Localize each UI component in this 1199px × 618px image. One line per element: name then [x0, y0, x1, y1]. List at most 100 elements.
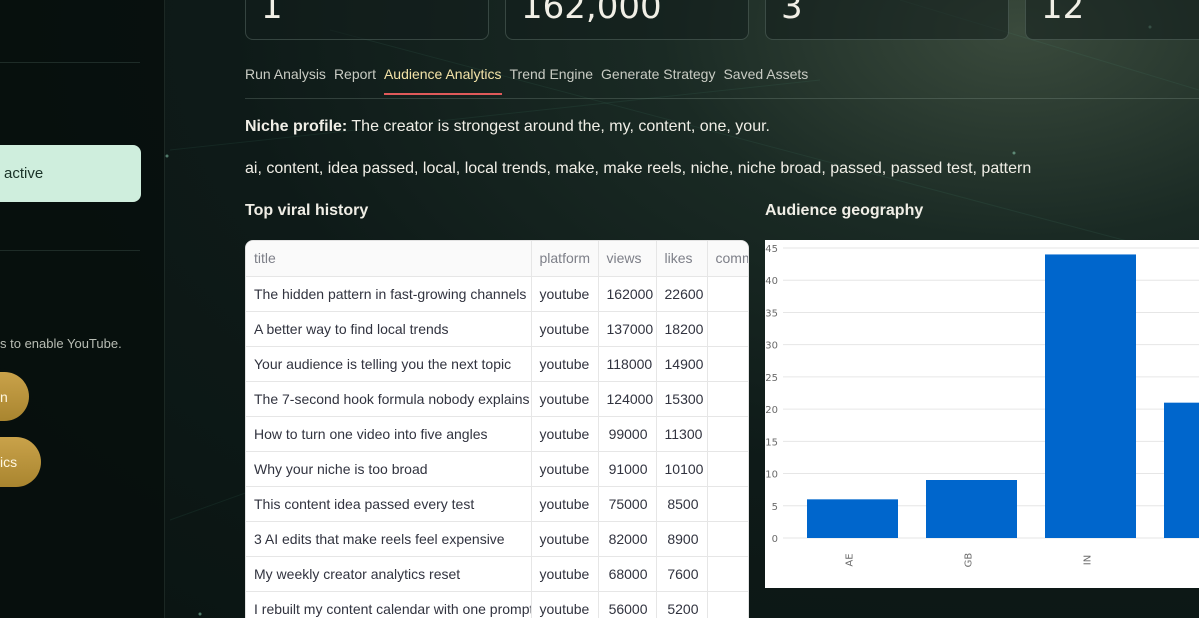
bar[interactable]	[807, 499, 898, 538]
tab-trend-engine[interactable]: Trend Engine	[510, 66, 594, 95]
bar[interactable]	[1164, 402, 1199, 538]
y-tick-label: 35	[765, 308, 778, 319]
sidebar-action-label: n	[0, 388, 8, 405]
cell-comments	[707, 346, 748, 382]
tab-divider	[245, 98, 1199, 99]
cell-views: 91000	[598, 451, 657, 487]
column-header-title[interactable]: title	[246, 241, 532, 277]
x-tick-label: IN	[1083, 555, 1094, 565]
cell-title: I rebuilt my content calendar with one p…	[246, 591, 532, 618]
cell-title: The hidden pattern in fast-growing chann…	[246, 276, 532, 312]
cell-platform: youtube	[531, 346, 599, 382]
cell-likes: 10100	[656, 451, 708, 487]
audience-geography-title: Audience geography	[765, 202, 924, 219]
cell-comments	[707, 416, 748, 452]
cell-comments	[707, 451, 748, 487]
cell-views: 162000	[598, 276, 657, 312]
bar-chart: 0 5 10 15 20 25 30 35 40 45 AE GB IN	[765, 244, 1199, 568]
table-row[interactable]: The hidden pattern in fast-growing chann…	[246, 276, 748, 312]
sidebar: active s to enable YouTube. n ics	[0, 0, 165, 618]
stat-value: 3	[781, 0, 803, 27]
column-header-platform[interactable]: platform	[531, 241, 599, 277]
cell-platform: youtube	[531, 276, 599, 312]
column-header-likes[interactable]: likes	[656, 241, 708, 277]
stat-card: 162,000	[505, 0, 749, 40]
cell-views: 68000	[598, 556, 657, 592]
tab-audience-analytics[interactable]: Audience Analytics	[383, 66, 502, 95]
cell-views: 124000	[598, 381, 657, 417]
y-tick-label: 45	[765, 244, 778, 255]
table-row[interactable]: I rebuilt my content calendar with one p…	[246, 591, 748, 618]
stat-value: 12	[1041, 0, 1085, 27]
tab-report[interactable]: Report	[334, 66, 376, 95]
table-row[interactable]: Why your niche is too broad youtube 91000 1…	[246, 451, 748, 487]
cell-title: My weekly creator analytics reset	[246, 556, 532, 592]
cell-likes: 8900	[656, 521, 708, 557]
cell-comments	[707, 311, 748, 347]
viral-history-title: Top viral history	[245, 202, 369, 219]
cell-platform: youtube	[531, 521, 599, 557]
sidebar-analytics-label: ics	[0, 454, 18, 470]
sidebar-active-item[interactable]: active	[0, 145, 141, 202]
cell-views: 99000	[598, 416, 657, 452]
viral-history-table[interactable]: title platform views likes comm The hidd…	[245, 240, 749, 618]
tab-run-analysis[interactable]: Run Analysis	[245, 66, 326, 95]
cell-likes: 18200	[656, 311, 708, 347]
cell-likes: 11300	[656, 416, 708, 452]
cell-platform: youtube	[531, 556, 599, 592]
niche-keywords: ai, content, idea passed, local, local t…	[245, 160, 1032, 177]
cell-platform: youtube	[531, 486, 599, 522]
bar[interactable]	[1045, 254, 1136, 538]
cell-comments	[707, 381, 748, 417]
cell-comments	[707, 556, 748, 592]
cell-likes: 5200	[656, 591, 708, 618]
cell-platform: youtube	[531, 381, 599, 417]
cell-views: 137000	[598, 311, 657, 347]
cell-platform: youtube	[531, 311, 599, 347]
cell-views: 118000	[598, 346, 657, 382]
table-row[interactable]: A better way to find local trends youtube…	[246, 311, 748, 347]
cell-likes: 7600	[656, 556, 708, 592]
sidebar-divider	[0, 62, 140, 63]
cell-comments	[707, 276, 748, 312]
cell-views: 75000	[598, 486, 657, 522]
audience-geography-chart: 0 5 10 15 20 25 30 35 40 45 AE GB IN	[765, 240, 1199, 588]
table-row[interactable]: This content idea passed every test youtu…	[246, 486, 748, 522]
cell-comments	[707, 521, 748, 557]
niche-profile: Niche profile: The creator is strongest …	[245, 118, 770, 136]
tab-generate-strategy[interactable]: Generate Strategy	[601, 66, 715, 95]
sidebar-action-button[interactable]: n	[0, 372, 29, 421]
y-tick-label: 10	[765, 470, 778, 481]
bar[interactable]	[926, 480, 1017, 538]
y-tick-label: 20	[765, 405, 778, 416]
y-tick-label: 15	[765, 437, 778, 448]
table-row[interactable]: How to turn one video into five angles yo…	[246, 416, 748, 452]
table-row[interactable]: My weekly creator analytics reset youtube…	[246, 556, 748, 592]
cell-comments	[707, 591, 748, 618]
table-row[interactable]: Your audience is telling you the next to…	[246, 346, 748, 382]
sidebar-divider	[0, 250, 140, 251]
table-row[interactable]: The 7-second hook formula nobody explain…	[246, 381, 748, 417]
y-tick-label: 0	[772, 534, 778, 545]
y-tick-label: 40	[765, 276, 778, 287]
tab-bar: Run Analysis Report Audience Analytics T…	[245, 66, 808, 95]
sidebar-active-label: active	[4, 165, 44, 182]
cell-platform: youtube	[531, 416, 599, 452]
table-row[interactable]: 3 AI edits that make reels feel expensiv…	[246, 521, 748, 557]
tab-saved-assets[interactable]: Saved Assets	[723, 66, 808, 95]
cell-likes: 15300	[656, 381, 708, 417]
cell-views: 82000	[598, 521, 657, 557]
niche-profile-text: The creator is strongest around the, my,…	[347, 118, 770, 135]
stat-value: 162,000	[521, 0, 662, 27]
cell-platform: youtube	[531, 451, 599, 487]
cell-likes: 8500	[656, 486, 708, 522]
column-header-comments[interactable]: comm	[707, 241, 748, 277]
cell-title: This content idea passed every test	[246, 486, 532, 522]
stat-card: 1	[245, 0, 489, 40]
stat-card: 12	[1025, 0, 1199, 40]
y-tick-label: 25	[765, 373, 778, 384]
x-tick-label: GB	[964, 553, 975, 568]
column-header-views[interactable]: views	[598, 241, 657, 277]
sidebar-analytics-button[interactable]: ics	[0, 437, 41, 487]
stat-value: 1	[261, 0, 283, 27]
